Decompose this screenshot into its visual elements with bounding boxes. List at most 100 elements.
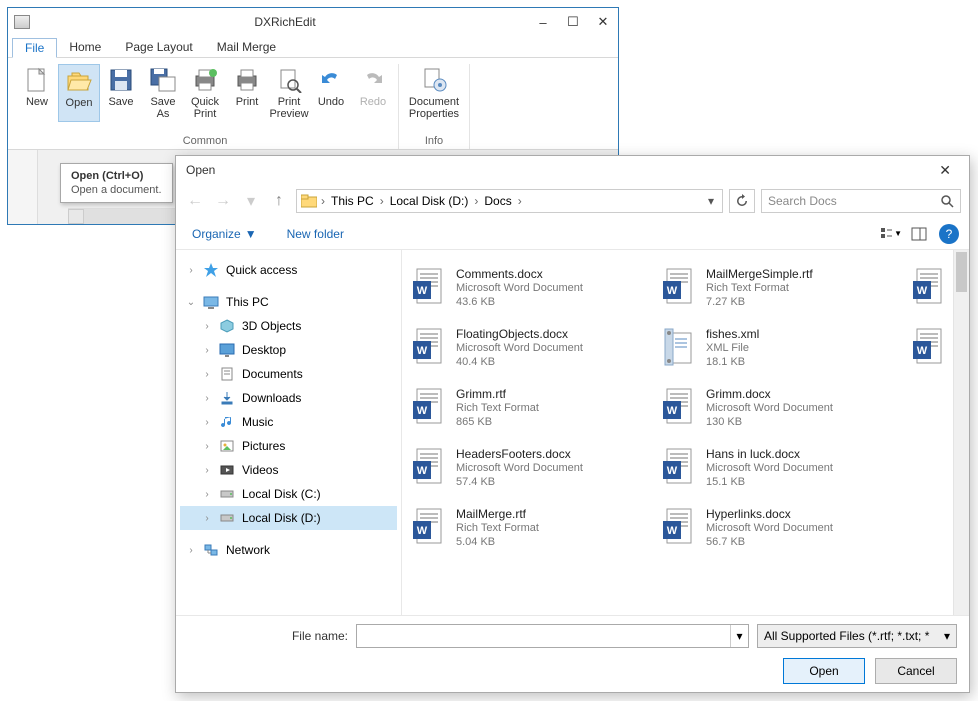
menu-file[interactable]: File [12,38,57,58]
undo-icon [316,66,346,94]
svg-text:W: W [417,285,428,297]
file-size: 130 KB [706,416,833,430]
ribbon-save-button[interactable]: Save [100,64,142,122]
chevron-down-icon: ▼ [894,229,902,238]
ribbon-button-label: Open [66,97,93,109]
tree-item-desktop[interactable]: ›Desktop [180,338,397,362]
file-item[interactable]: WHyperlinks.docxMicrosoft Word Document5… [656,498,906,558]
ribbon-print-preview-button[interactable]: PrintPreview [268,64,310,122]
view-mode-button[interactable]: ▼ [879,223,903,245]
ribbon-redo-button: Redo [352,64,394,122]
file-item[interactable]: fishes.xmlXML File18.1 KB [656,318,906,378]
file-item[interactable]: WMailMerge.rtfRich Text Format5.04 KB [406,498,656,558]
ribbon-open-button[interactable]: Open [58,64,100,122]
nav-up-button[interactable]: ↑ [268,190,290,212]
tree-item-music[interactable]: ›Music [180,410,397,434]
nav-forward-button[interactable]: → [212,190,234,212]
close-button[interactable]: ✕ [594,13,612,31]
tree-expand-icon[interactable]: › [202,393,212,404]
tree-item-downloads[interactable]: ›Downloads [180,386,397,410]
tree-expand-icon[interactable]: › [202,489,212,500]
organize-button[interactable]: Organize ▼ [186,225,263,243]
minimize-button[interactable]: – [534,13,552,31]
ribbon-new-button[interactable]: New [16,64,58,122]
scrollbar-thumb[interactable] [956,252,967,292]
tree-expand-icon[interactable]: › [202,321,212,332]
svg-text:W: W [417,345,428,357]
nav-row: ← → ▾ ↑ › This PC›Local Disk (D:)›Docs›▾… [176,184,969,218]
cancel-button[interactable]: Cancel [875,658,957,684]
titlebar: DXRichEdit – ☐ ✕ [8,8,618,36]
chevron-down-icon: ▼ [245,227,257,241]
file-filter-select[interactable]: All Supported Files (*.rtf; *.txt; * ▾ [757,624,957,648]
breadcrumb-sep: › [518,194,522,208]
tree-item-videos[interactable]: ›Videos [180,458,397,482]
file-name: HeadersFooters.docx [456,447,583,462]
dialog-close-button[interactable]: ✕ [931,160,959,181]
menu-mail-merge[interactable]: Mail Merge [205,38,288,56]
ribbon-undo-button[interactable]: Undo [310,64,352,122]
menu-home[interactable]: Home [57,38,113,56]
file-item[interactable]: WFloatingObjects.docxMicrosoft Word Docu… [406,318,656,378]
refresh-button[interactable] [729,189,755,213]
breadcrumb-dropdown[interactable]: ▾ [704,194,718,208]
tree-item-network[interactable]: ›Network [180,538,397,562]
tree-expand-icon[interactable]: › [186,265,196,276]
vertical-ruler [8,150,38,224]
breadcrumb-segment[interactable]: This PC [325,194,380,208]
nav-recent-dropdown[interactable]: ▾ [240,190,262,212]
tree-expand-icon[interactable]: › [186,545,196,556]
nav-back-button[interactable]: ← [184,190,206,212]
file-meta: Hans in luck.docxMicrosoft Word Document… [706,447,833,490]
tree-item-pictures[interactable]: ›Pictures [180,434,397,458]
file-docx-icon: W [410,326,448,370]
tree-item-local-disk-d-[interactable]: ›Local Disk (D:) [180,506,397,530]
file-item[interactable]: WComments.docxMicrosoft Word Document43.… [406,258,656,318]
tree-item-documents[interactable]: ›Documents [180,362,397,386]
tree-expand-icon[interactable]: › [202,465,212,476]
search-input[interactable]: Search Docs [761,189,961,213]
preview-pane-button[interactable] [907,223,931,245]
tree-expand-icon[interactable]: › [202,417,212,428]
ribbon-document-properties-button[interactable]: DocumentProperties [403,64,465,122]
tree-expand-icon[interactable]: ⌄ [186,297,196,308]
tree-expand-icon[interactable]: › [202,441,212,452]
breadcrumb[interactable]: › This PC›Local Disk (D:)›Docs›▾ [296,189,723,213]
breadcrumb-segment[interactable]: Local Disk (D:) [384,194,475,208]
file-docx-icon: W [910,326,948,370]
vertical-scrollbar[interactable] [953,250,969,615]
new-folder-button[interactable]: New folder [281,225,350,243]
breadcrumb-segment[interactable]: Docs [478,194,517,208]
file-item[interactable]: WHeadersFooters.docxMicrosoft Word Docum… [406,438,656,498]
file-item[interactable]: WHans in luck.docxMicrosoft Word Documen… [656,438,906,498]
tree-item-3d-objects[interactable]: › 3D Objects [180,314,397,338]
tree-item-label: 3D Objects [242,319,301,333]
ribbon-save-as-button[interactable]: SaveAs [142,64,184,122]
tree-item-local-disk-c-[interactable]: ›Local Disk (C:) [180,482,397,506]
menu-page-layout[interactable]: Page Layout [113,38,204,56]
file-type: Microsoft Word Document [456,342,583,356]
file-item[interactable]: WMailMergeSimple.rtfRich Text Format7.27… [656,258,906,318]
docprops-icon [419,66,449,94]
help-button[interactable]: ? [939,224,959,244]
file-name-dropdown[interactable]: ▾ [730,625,748,647]
file-item[interactable]: WGrimm.docxMicrosoft Word Document130 KB [656,378,906,438]
nav-pane: ›Quick access ⌄This PC › 3D Objects ›Desktop… [176,250,402,615]
tree-expand-icon[interactable]: › [202,369,212,380]
tree-expand-icon[interactable]: › [202,345,212,356]
ribbon-print-button[interactable]: Print [226,64,268,122]
new-folder-label: New folder [287,227,344,241]
file-item[interactable]: WGrimm.rtfRich Text Format865 KB [406,378,656,438]
open-dialog: Open ✕ ← → ▾ ↑ › This PC›Local Disk (D:)… [175,155,970,693]
scroll-left-arrow[interactable] [68,209,84,224]
tree-item-quick-access[interactable]: ›Quick access [180,258,397,282]
svg-text:W: W [667,525,678,537]
file-name-input[interactable] [357,625,730,647]
open-button[interactable]: Open [783,658,865,684]
file-name: MailMerge.rtf [456,507,539,522]
tree-expand-icon[interactable]: › [202,513,212,524]
tree-item-this-pc[interactable]: ⌄This PC [180,290,397,314]
maximize-button[interactable]: ☐ [564,13,582,31]
ribbon-quick-print-button[interactable]: QuickPrint [184,64,226,122]
network-icon [202,542,220,558]
